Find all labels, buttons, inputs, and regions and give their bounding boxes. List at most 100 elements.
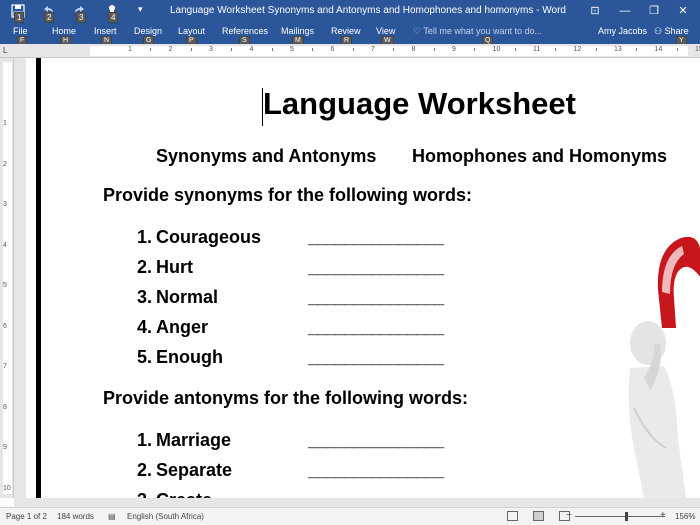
synonyms-heading[interactable]: Provide synonyms for the following words…	[103, 185, 472, 206]
ruler-tick	[393, 48, 394, 51]
minimize-button[interactable]: —	[614, 2, 636, 20]
title-bar: 1 2 3 4 ▾ Language Worksheet Synonyms an…	[0, 0, 700, 24]
ruler-number: 12	[573, 46, 582, 53]
tell-me-search[interactable]: ♡ Tell me what you want to do...	[413, 26, 542, 37]
ruler-tick	[676, 48, 678, 51]
qat-keytip: 3	[76, 12, 87, 23]
close-button[interactable]: ✕	[672, 2, 694, 20]
vertical-ruler-number: 4	[3, 241, 7, 249]
vertical-ruler-number: 2	[3, 160, 7, 168]
answer-blank[interactable]: _______________	[308, 460, 444, 481]
tab-file[interactable]: File	[13, 26, 28, 36]
document-canvas[interactable]: Language Worksheet Synonyms and Antonyms…	[14, 58, 700, 498]
language-indicator[interactable]: English (South Africa)	[127, 512, 204, 521]
tab-selector-icon[interactable]: L	[3, 46, 7, 55]
ribbon-tabs: File F Home H Insert N Design G Layout P…	[0, 24, 700, 46]
list-item[interactable]: 1. Courageous	[126, 227, 261, 248]
customize-qat-icon[interactable]: ▾	[138, 4, 154, 20]
answer-blank[interactable]: _______________	[308, 490, 444, 498]
ruler-number: 6	[330, 46, 335, 53]
lightbulb-icon: ♡	[413, 26, 422, 36]
tab-mailings[interactable]: Mailings	[281, 26, 314, 36]
list-item[interactable]: 4. Anger	[126, 317, 208, 338]
vertical-ruler-number: 6	[3, 322, 7, 330]
zoom-level[interactable]: 156%	[675, 512, 695, 521]
answer-blank[interactable]: _______________	[308, 317, 444, 338]
vertical-ruler-number: 9	[3, 444, 7, 451]
list-item[interactable]: 2. Hurt	[126, 257, 193, 278]
list-item[interactable]: 3.Create	[126, 490, 212, 498]
ruler-number: 10	[492, 46, 501, 53]
list-item[interactable]: 3. Normal	[126, 287, 218, 308]
document-page[interactable]: Language Worksheet Synonyms and Antonyms…	[26, 58, 700, 498]
word-count[interactable]: 184 words	[57, 512, 94, 521]
answer-blank[interactable]: _______________	[308, 287, 444, 308]
page-left-border	[36, 58, 41, 498]
ruler-tick	[595, 48, 597, 51]
document-title[interactable]: Language Worksheet	[263, 86, 576, 122]
ruler-number: 5	[290, 46, 294, 53]
zoom-in-button[interactable]: +	[660, 510, 666, 521]
ruler-number: 14	[654, 46, 663, 53]
subtitle-synonyms-antonyms[interactable]: Synonyms and Antonyms	[156, 146, 376, 167]
qat-keytip: 1	[14, 12, 25, 23]
proofing-icon[interactable]: ▤	[108, 512, 116, 521]
tab-review[interactable]: Review	[331, 26, 361, 36]
answer-blank[interactable]: _______________	[308, 227, 444, 248]
question-mark-figure-image	[628, 237, 700, 498]
ruler-tick	[433, 48, 435, 51]
zoom-slider[interactable]	[575, 516, 665, 517]
share-label: Share	[664, 26, 689, 36]
tab-layout[interactable]: Layout	[178, 26, 205, 36]
horizontal-scrollbar[interactable]	[14, 498, 700, 507]
answer-blank[interactable]: _______________	[308, 347, 444, 368]
ruler-number: 13	[614, 46, 622, 53]
vertical-ruler-number: 8	[3, 403, 7, 411]
horizontal-ruler[interactable]: L 123456789101112131415	[0, 44, 700, 58]
ruler-tick	[190, 48, 192, 51]
person-icon: ⚇	[654, 26, 663, 36]
ruler-number: 2	[168, 46, 173, 53]
status-bar: Page 1 of 2 184 words ▤ English (South A…	[0, 507, 700, 525]
print-layout-icon[interactable]	[533, 511, 544, 521]
share-button[interactable]: ⚇ Share	[650, 24, 700, 44]
tab-view[interactable]: View	[376, 26, 395, 36]
ruler-tick	[150, 48, 151, 51]
tab-references[interactable]: References	[222, 26, 268, 36]
ruler-number: 4	[249, 46, 254, 53]
zoom-out-button[interactable]: −	[566, 510, 572, 521]
window-title: Language Worksheet Synonyms and Antonyms…	[170, 5, 566, 16]
ruler-tick	[352, 48, 354, 51]
answer-blank[interactable]: _______________	[308, 430, 444, 451]
page-count[interactable]: Page 1 of 2	[6, 512, 47, 521]
antonyms-heading[interactable]: Provide antonyms for the following words…	[103, 388, 468, 409]
ruler-number: 15	[695, 46, 700, 53]
ruler-number: 1	[128, 46, 132, 53]
ruler-tick	[312, 48, 313, 51]
vertical-ruler-number: 1	[3, 120, 7, 127]
ruler-tick	[271, 48, 273, 51]
ruler-number: 9	[452, 46, 456, 53]
list-item[interactable]: 1. Marriage	[126, 430, 231, 451]
ruler-tick	[231, 48, 232, 51]
list-item[interactable]: 5. Enough	[126, 347, 223, 368]
vertical-ruler[interactable]: 1 2 3 4 5 6 7 8 9 10	[0, 58, 14, 498]
tab-design[interactable]: Design	[134, 26, 162, 36]
vertical-ruler-number: 7	[3, 363, 7, 370]
restore-button[interactable]: ❐	[643, 2, 665, 20]
qat-keytip: 4	[108, 12, 119, 23]
ribbon-display-options-button[interactable]: ⊡	[584, 2, 606, 20]
ruler-number: 11	[533, 46, 541, 53]
answer-blank[interactable]: _______________	[308, 257, 444, 278]
tab-insert[interactable]: Insert	[94, 26, 117, 36]
ruler-tick	[555, 48, 556, 51]
ruler-tick	[636, 48, 637, 51]
subtitle-homophones-homonyms[interactable]: Homophones and Homonyms	[412, 146, 667, 167]
tab-home[interactable]: Home	[52, 26, 76, 36]
ruler-number: 3	[209, 46, 213, 53]
zoom-slider-thumb[interactable]	[625, 512, 628, 521]
list-item[interactable]: 2. Separate	[126, 460, 232, 481]
user-name[interactable]: Amy Jacobs	[598, 26, 647, 36]
ruler-tick	[474, 48, 475, 51]
read-mode-icon[interactable]	[507, 511, 518, 521]
